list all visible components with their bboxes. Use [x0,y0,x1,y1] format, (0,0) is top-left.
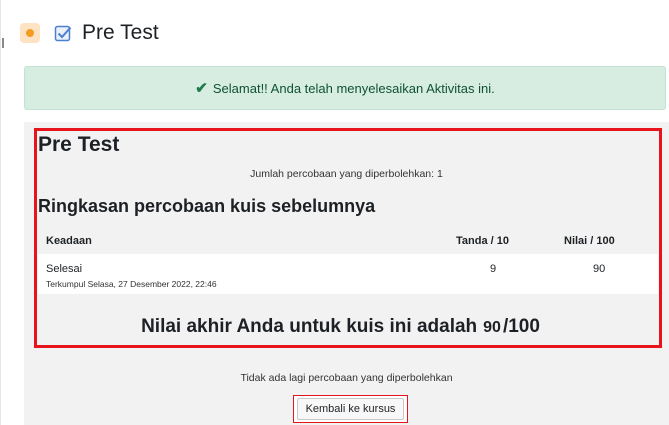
left-border [0,0,1,425]
attempts-allowed: Jumlah percobaan yang diperbolehkan: 1 [250,168,443,180]
page-title: Pre Test [82,21,159,44]
table-row: Selesai Terkumpul Selasa, 27 Desember 20… [38,254,658,294]
back-to-course-button[interactable]: Kembali ke kursus [297,398,404,420]
column-header-marks: Tanda / 10 [456,235,509,247]
table-header: Keadaan Tanda / 10 Nilai / 100 [38,228,658,252]
no-more-attempts: Tidak ada lagi percobaan yang diperboleh… [240,372,453,384]
attempt-grade: 90 [593,263,606,275]
back-button-highlight: Kembali ke kursus [293,395,408,423]
summary-heading: Ringkasan percobaan kuis sebelumnya [38,196,376,216]
alert-message: Selamat!! Anda telah menyelesaikan Aktiv… [212,80,495,96]
final-grade: Nilai akhir Anda untuk kuis ini adalah 90… [0,316,669,338]
checkbox-checked-icon[interactable] [54,24,72,42]
attempt-state: Selesai [46,263,83,275]
attempt-submitted: Terkumpul Selasa, 27 Desember 2022, 22:4… [46,279,217,289]
column-header-state: Keadaan [46,235,92,247]
left-marker [2,38,4,48]
final-grade-value: 90 [483,319,501,336]
check-icon: ✔ [195,80,208,97]
completion-alert: ✔ Selamat!! Anda telah menyelesaikan Akt… [24,66,666,110]
attempt-marks: 9 [490,263,497,275]
quiz-module-icon [20,23,40,43]
final-grade-max: /100 [502,316,540,337]
page-header: Pre Test [20,18,159,48]
column-header-grade: Nilai / 100 [564,235,615,247]
final-grade-label: Nilai akhir Anda untuk kuis ini adalah [141,316,478,337]
quiz-title: Pre Test [38,133,120,156]
